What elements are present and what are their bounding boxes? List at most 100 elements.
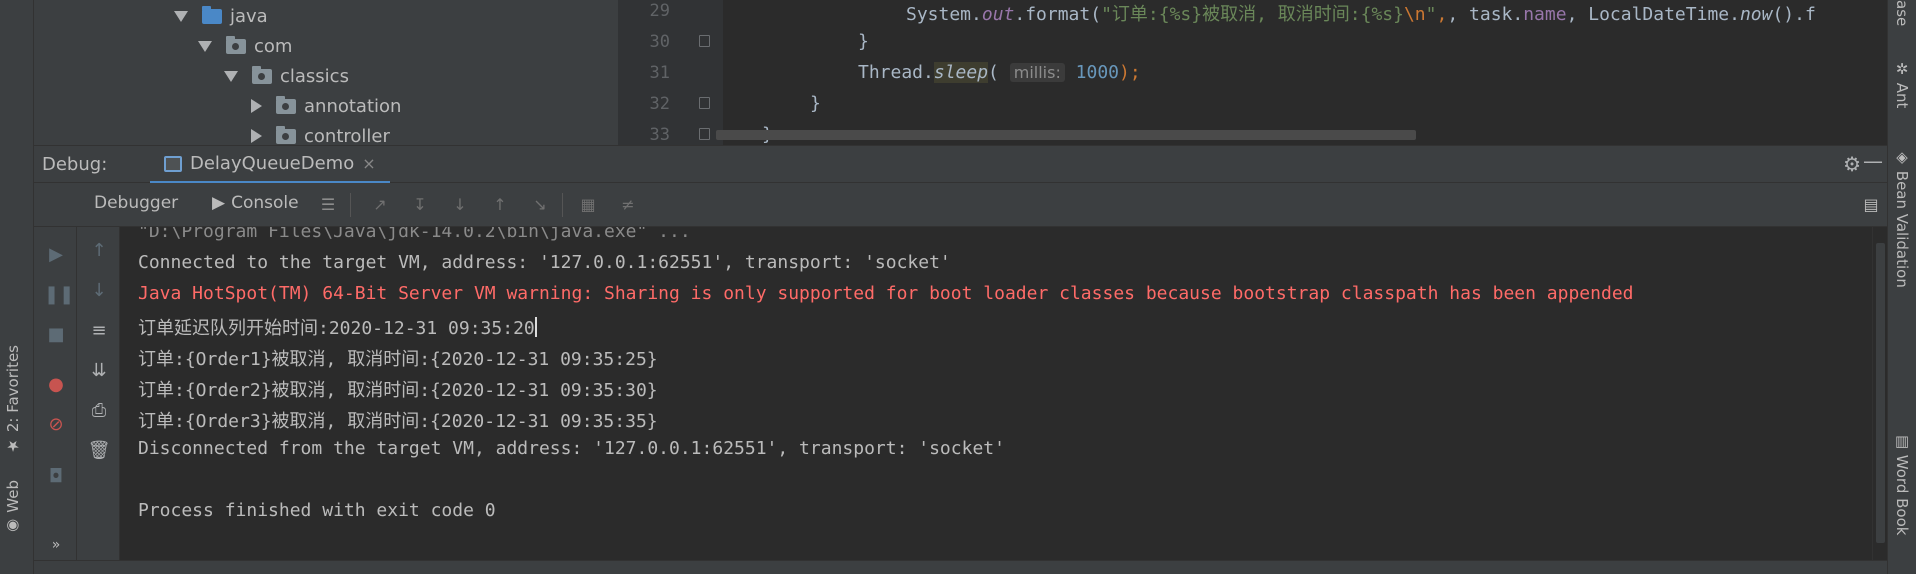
text-caret bbox=[534, 317, 537, 337]
tree-item-label: annotation bbox=[304, 95, 402, 117]
book-icon: ▥ bbox=[1893, 432, 1911, 455]
console-line: 订单延迟队列开始时间:2020-12-31 09:35:20 bbox=[138, 317, 537, 339]
tab-console-label: Console bbox=[231, 193, 299, 213]
package-icon bbox=[276, 95, 296, 114]
scroll-to-end-icon[interactable]: ⇊ bbox=[87, 359, 111, 383]
tree-item-classics[interactable]: classics bbox=[224, 61, 349, 91]
package-icon bbox=[276, 125, 296, 144]
console-output[interactable]: "D:\Program Files\Java\jdk-14.0.2\bin\ja… bbox=[120, 227, 1872, 560]
editor-gutter: 29 30 31 32 33 bbox=[618, 0, 723, 145]
console-vertical-scrollbar[interactable] bbox=[1872, 227, 1887, 560]
view-breakpoints-icon[interactable]: ● bbox=[44, 373, 68, 397]
code-line-30: } bbox=[858, 31, 869, 52]
web-label: Web bbox=[4, 480, 22, 513]
editor-horizontal-scrollbar[interactable] bbox=[716, 130, 1416, 140]
run-config-icon bbox=[164, 155, 182, 172]
tree-item-controller[interactable]: controller bbox=[248, 121, 390, 145]
code-line-29: System.out.format("订单:{%s}被取消, 取消时间:{%s}… bbox=[906, 4, 1816, 25]
word-book-tool-tab[interactable]: ▥ Word Book bbox=[1893, 432, 1911, 535]
console-actions-column: ↑ ↓ ≡ ⇊ ⎙ 🗑 bbox=[77, 227, 120, 574]
console-icon: ▶ bbox=[212, 193, 226, 213]
close-icon[interactable]: × bbox=[362, 154, 375, 173]
tab-label: DelayQueueDemo bbox=[190, 153, 355, 174]
project-tree: java com classics annotation controller bbox=[34, 0, 618, 145]
chevron-right-icon[interactable] bbox=[251, 99, 262, 113]
line-number: 30 bbox=[649, 32, 670, 52]
tree-item-java[interactable]: java bbox=[174, 1, 268, 31]
chevron-right-icon[interactable] bbox=[251, 129, 262, 143]
bottom-tool-bar bbox=[34, 560, 1887, 574]
up-arrow-icon[interactable]: ↑ bbox=[87, 239, 111, 263]
bean-icon: ◈ bbox=[1893, 148, 1911, 171]
gear-icon[interactable]: ⚙ bbox=[1843, 152, 1861, 176]
mute-breakpoints-icon[interactable]: ⊘ bbox=[44, 413, 68, 437]
tab-debugger-label: Debugger bbox=[94, 193, 179, 213]
console-line: 订单:{Order2}被取消, 取消时间:{2020-12-31 09:35:3… bbox=[138, 380, 658, 401]
console-line: Disconnected from the target VM, address… bbox=[138, 438, 1005, 459]
console-line: 订单:{Order3}被取消, 取消时间:{2020-12-31 09:35:3… bbox=[138, 411, 658, 432]
source-folder-icon bbox=[202, 5, 222, 24]
line-number: 33 bbox=[649, 125, 670, 145]
right-tool-strip: ase ✲ Ant ◈ Bean Validation ▥ Word Book bbox=[1887, 0, 1916, 574]
database-tool-tab[interactable]: ase bbox=[1893, 0, 1911, 26]
debug-window-title: Debug: bbox=[42, 154, 108, 175]
list-icon[interactable]: ☰ bbox=[318, 196, 338, 214]
step-into-icon[interactable]: ↓ bbox=[450, 196, 470, 214]
ide-window: ★ 2: Favorites ◉ Web java com classics a… bbox=[0, 0, 1916, 574]
console-line: Connected to the target VM, address: '12… bbox=[138, 252, 951, 273]
ant-tool-tab[interactable]: ✲ Ant bbox=[1893, 60, 1911, 108]
stop-icon[interactable]: ■ bbox=[44, 323, 68, 347]
word-book-label: Word Book bbox=[1893, 454, 1911, 536]
left-tool-strip: ★ 2: Favorites ◉ Web bbox=[0, 0, 34, 574]
show-execution-point-icon[interactable]: ↗ bbox=[370, 196, 390, 214]
tree-item-label: com bbox=[254, 35, 293, 57]
console-line: Process finished with exit code 0 bbox=[138, 500, 496, 521]
print-icon[interactable]: ⎙ bbox=[87, 399, 111, 423]
step-out-icon[interactable]: ↑ bbox=[490, 196, 510, 214]
fold-marker-icon[interactable] bbox=[699, 97, 710, 109]
line-number: 31 bbox=[649, 63, 670, 83]
down-arrow-icon[interactable]: ↓ bbox=[87, 279, 111, 303]
tab-debugger[interactable]: Debugger bbox=[94, 193, 178, 213]
chevron-down-icon[interactable] bbox=[198, 40, 212, 52]
tab-delayqueuedemo[interactable]: DelayQueueDemo × bbox=[150, 146, 390, 184]
debug-toolbar: Debugger ▶ Console ☰ ↗ ↧ ↓ ↑ ↘ ▦ ≠ ▤ bbox=[34, 183, 1887, 227]
bean-validation-label: Bean Validation bbox=[1893, 170, 1911, 288]
favorites-tool-tab[interactable]: ★ 2: Favorites bbox=[4, 345, 22, 455]
tree-item-com[interactable]: com bbox=[198, 31, 292, 61]
run-to-cursor-icon[interactable]: ↘ bbox=[530, 196, 550, 214]
tree-item-annotation[interactable]: annotation bbox=[248, 91, 401, 121]
scrollbar-thumb[interactable] bbox=[1876, 243, 1885, 543]
ant-icon: ✲ bbox=[1893, 60, 1911, 83]
trace-icon[interactable]: ≠ bbox=[618, 196, 638, 214]
favorites-label: 2: Favorites bbox=[4, 345, 22, 433]
bean-validation-tool-tab[interactable]: ◈ Bean Validation bbox=[1893, 148, 1911, 288]
debug-tool-window-header: Debug: DelayQueueDemo × ⚙ — bbox=[34, 145, 1887, 184]
minimize-icon[interactable]: — bbox=[1863, 149, 1883, 173]
console-line: 订单:{Order1}被取消, 取消时间:{2020-12-31 09:35:2… bbox=[138, 349, 658, 370]
pause-icon[interactable]: ❚❚ bbox=[44, 283, 74, 307]
chevron-down-icon[interactable] bbox=[174, 10, 188, 22]
tree-item-label: classics bbox=[280, 65, 349, 87]
camera-icon[interactable]: ◘ bbox=[44, 465, 68, 489]
step-over-icon[interactable]: ↧ bbox=[410, 196, 430, 214]
package-icon bbox=[226, 35, 246, 54]
code-line-32: } bbox=[810, 93, 821, 114]
soft-wrap-icon[interactable]: ≡ bbox=[87, 319, 111, 343]
tab-console[interactable]: ▶ Console bbox=[212, 193, 299, 213]
fold-marker-icon[interactable] bbox=[699, 35, 710, 47]
console-line-error: Java HotSpot(TM) 64-Bit Server VM warnin… bbox=[138, 283, 1634, 304]
more-icon[interactable]: » bbox=[44, 533, 68, 557]
evaluate-expression-icon[interactable]: ▦ bbox=[578, 196, 598, 214]
code-editor[interactable]: 29 30 31 32 33 System.out.format("订单:{%s… bbox=[618, 0, 1887, 145]
layout-icon[interactable]: ▤ bbox=[1861, 196, 1881, 214]
globe-icon: ◉ bbox=[4, 512, 22, 536]
ant-label: Ant bbox=[1893, 82, 1911, 109]
fold-marker-icon[interactable] bbox=[699, 128, 710, 140]
resume-icon[interactable]: ▶ bbox=[44, 243, 68, 267]
web-tool-tab[interactable]: ◉ Web bbox=[4, 480, 22, 535]
chevron-down-icon[interactable] bbox=[224, 70, 238, 82]
trash-icon[interactable]: 🗑 bbox=[87, 439, 111, 463]
console-line: "D:\Program Files\Java\jdk-14.0.2\bin\ja… bbox=[138, 227, 691, 242]
line-number: 29 bbox=[649, 1, 670, 21]
